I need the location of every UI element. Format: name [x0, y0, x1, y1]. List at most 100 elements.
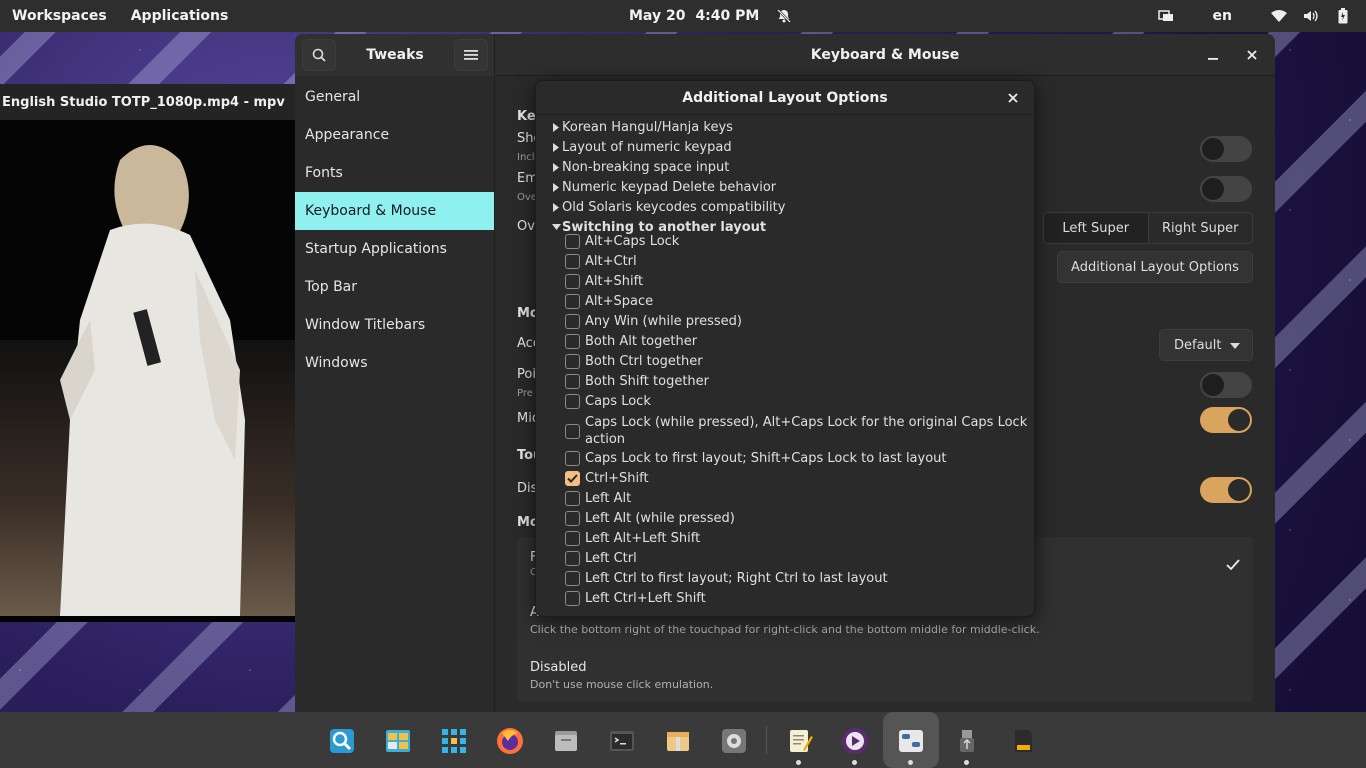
settings-icon[interactable]: [719, 726, 749, 756]
layout-switch-option[interactable]: Both Shift together: [565, 374, 709, 389]
option-label-group: Ctrl+Shift: [585, 471, 649, 486]
layout-switch-option[interactable]: Alt+Space: [565, 294, 653, 309]
files-icon[interactable]: [551, 726, 581, 756]
checkbox[interactable]: [565, 354, 580, 369]
checkbox[interactable]: [565, 334, 580, 349]
mpv-window[interactable]: English Studio TOTP_1080p.mp4 - mpv: [0, 84, 295, 622]
terminal-icon[interactable]: [607, 726, 637, 756]
running-indicator: [852, 760, 857, 765]
app-grid-icon[interactable]: [439, 726, 469, 756]
layout-switch-option[interactable]: Alt+Shift: [565, 274, 643, 289]
checkbox[interactable]: [565, 234, 580, 249]
mpv-icon[interactable]: [840, 726, 870, 756]
firefox-icon[interactable]: [495, 726, 525, 756]
sidebar-item-keyboard-mouse[interactable]: Keyboard & Mouse: [295, 192, 494, 230]
checkbox[interactable]: [565, 294, 580, 309]
checkbox[interactable]: [565, 314, 580, 329]
additional-layout-options-button[interactable]: Additional Layout Options: [1057, 251, 1253, 283]
sidebar-item-general[interactable]: General: [295, 78, 494, 116]
workspaces-button[interactable]: Workspaces: [12, 8, 107, 24]
layout-switch-option[interactable]: Left Ctrl+Left Shift: [565, 591, 706, 606]
screen-share-icon[interactable]: [1157, 7, 1175, 25]
option-label-group: Left Alt (while pressed): [585, 511, 735, 526]
right-super-option[interactable]: Right Super: [1149, 213, 1253, 243]
show-extended-toggle[interactable]: [1200, 136, 1252, 162]
applications-button[interactable]: Applications: [131, 8, 229, 24]
expand-arrow-icon: [550, 202, 562, 212]
group-non-breaking-space[interactable]: Non-breaking space input: [550, 157, 729, 177]
search-icon: [312, 48, 326, 62]
close-icon: [1247, 50, 1257, 60]
tweaks-icon[interactable]: [896, 726, 926, 756]
layout-switch-option[interactable]: Caps Lock to first layout; Shift+Caps Lo…: [565, 451, 947, 466]
clock[interactable]: May 20 4:40 PM: [629, 0, 793, 32]
sidebar-item-windows[interactable]: Windows: [295, 344, 494, 382]
archive-icon[interactable]: [663, 726, 693, 756]
close-window-button[interactable]: [1243, 46, 1261, 64]
checkbox[interactable]: [565, 394, 580, 409]
keyboard-language[interactable]: en: [1213, 8, 1232, 24]
battery-icon[interactable]: [1334, 7, 1352, 25]
middle-click-paste-toggle[interactable]: [1200, 407, 1252, 433]
checkbox[interactable]: [565, 374, 580, 389]
text-editor-icon[interactable]: [785, 726, 815, 756]
layout-switch-option[interactable]: Alt+Caps Lock: [565, 234, 679, 249]
sidebar-item-fonts[interactable]: Fonts: [295, 154, 494, 192]
layout-switch-option[interactable]: Both Alt together: [565, 334, 697, 349]
checkbox-checked[interactable]: [565, 471, 580, 486]
layout-switch-option[interactable]: Any Win (while pressed): [565, 314, 742, 329]
layout-switch-option[interactable]: Ctrl+Shift: [565, 471, 649, 486]
sidebar-item-appearance[interactable]: Appearance: [295, 116, 494, 154]
checkmark-icon: [567, 474, 578, 483]
group-keypad-delete[interactable]: Numeric keypad Delete behavior: [550, 177, 776, 197]
menu-button[interactable]: [454, 39, 488, 71]
pointer-location-toggle[interactable]: [1200, 372, 1252, 398]
collapse-arrow-icon: [550, 224, 562, 230]
sd-card-icon[interactable]: [1008, 726, 1038, 756]
layout-switch-option[interactable]: Both Ctrl together: [565, 354, 703, 369]
checkbox[interactable]: [565, 591, 580, 606]
usb-icon[interactable]: [952, 726, 982, 756]
search-app-icon[interactable]: [327, 726, 357, 756]
expand-arrow-icon: [550, 182, 562, 192]
checkbox[interactable]: [565, 491, 580, 506]
search-button[interactable]: [302, 39, 336, 71]
option-label: Alt+Shift: [585, 274, 644, 289]
checkbox[interactable]: [565, 451, 580, 466]
layout-switch-option[interactable]: Caps Lock (while pressed), Alt+Caps Lock…: [565, 414, 1027, 448]
sidebar-item-window-titlebars[interactable]: Window Titlebars: [295, 306, 494, 344]
left-super-option[interactable]: Left Super: [1044, 213, 1149, 243]
wifi-icon[interactable]: [1270, 7, 1288, 25]
video-frame[interactable]: [0, 120, 295, 616]
option-label-group: Both Alt together: [585, 334, 697, 349]
layout-switch-option[interactable]: Left Alt (while pressed): [565, 511, 735, 526]
group-korean-hangul[interactable]: Korean Hangul/Hanja keys: [550, 117, 733, 137]
disabled-option-label[interactable]: Disabled: [530, 660, 586, 675]
volume-icon[interactable]: [1302, 7, 1320, 25]
minimize-button[interactable]: [1204, 46, 1222, 64]
option-label-group: Alt+Shift: [585, 274, 643, 289]
layout-switch-option[interactable]: Left Alt: [565, 491, 631, 506]
checkbox[interactable]: [565, 571, 580, 586]
sidebar-item-startup-applications[interactable]: Startup Applications: [295, 230, 494, 268]
layout-switch-option[interactable]: Left Ctrl to first layout; Right Ctrl to…: [565, 571, 888, 586]
additional-layout-options-dialog: Additional Layout Options Korean Hangul/…: [535, 80, 1035, 617]
checkbox[interactable]: [565, 531, 580, 546]
group-old-solaris[interactable]: Old Solaris keycodes compatibility: [550, 197, 785, 217]
accel-profile-dropdown[interactable]: Default: [1159, 329, 1253, 361]
checkbox[interactable]: [565, 511, 580, 526]
workspaces-icon[interactable]: [383, 726, 413, 756]
emacs-toggle[interactable]: [1200, 176, 1252, 202]
disable-while-typing-toggle[interactable]: [1200, 477, 1252, 503]
checkbox[interactable]: [565, 254, 580, 269]
dialog-close-button[interactable]: [1004, 89, 1022, 107]
sidebar-item-top-bar[interactable]: Top Bar: [295, 268, 494, 306]
checkbox[interactable]: [565, 423, 580, 439]
layout-switch-option[interactable]: Alt+Ctrl: [565, 254, 637, 269]
checkbox[interactable]: [565, 274, 580, 289]
checkbox[interactable]: [565, 551, 580, 566]
layout-switch-option[interactable]: Left Ctrl: [565, 551, 637, 566]
layout-switch-option[interactable]: Left Alt+Left Shift: [565, 531, 700, 546]
group-numeric-keypad-layout[interactable]: Layout of numeric keypad: [550, 137, 732, 157]
layout-switch-option[interactable]: Caps Lock: [565, 394, 651, 409]
